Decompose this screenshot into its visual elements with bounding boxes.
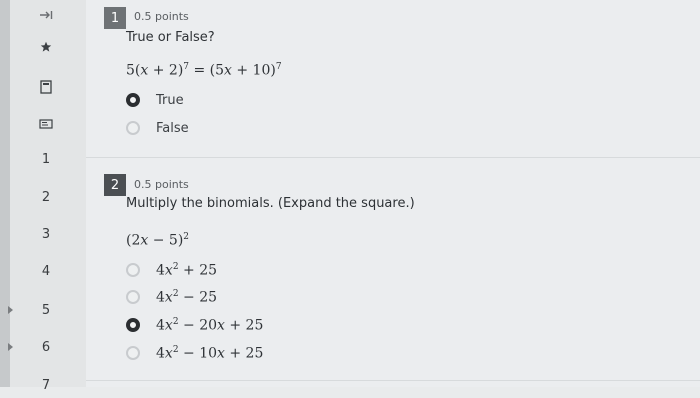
sidebar-item-label: 2	[41, 189, 51, 205]
reference-sheet-icon[interactable]	[28, 111, 64, 137]
question-points: 0.5 points	[134, 10, 189, 23]
question-number-badge: 2	[104, 174, 126, 196]
answer-option-expression: 4x2 − 25	[156, 288, 218, 306]
answer-option-expression: 4x2 − 10x + 25	[156, 344, 264, 362]
answer-option-false[interactable]: False	[126, 117, 189, 139]
sidebar-item-label: 3	[41, 226, 51, 242]
collapse-sidebar-icon[interactable]	[28, 2, 64, 28]
question-points: 0.5 points	[134, 178, 189, 191]
answer-option-a[interactable]: 4x2 + 25	[126, 259, 217, 281]
answer-option-label: True	[156, 92, 184, 108]
sidebar-item-question-5[interactable]: 5	[28, 297, 64, 323]
sidebar-item-label: 7	[41, 377, 51, 393]
question-expression: (2x − 5)2	[126, 232, 190, 249]
sidebar-item-label: 6	[41, 339, 51, 355]
radio-unselected[interactable]	[126, 346, 140, 360]
sidebar-item-question-7[interactable]: 7	[28, 372, 64, 398]
question-number-badge: 1	[104, 7, 126, 29]
answer-option-b[interactable]: 4x2 − 25	[126, 286, 217, 308]
sidebar-item-question-1[interactable]: 1	[28, 146, 64, 172]
question-number: 2	[110, 177, 120, 193]
question-prompt: Multiply the binomials. (Expand the squa…	[126, 196, 415, 211]
radio-unselected[interactable]	[126, 121, 140, 135]
radio-selected[interactable]	[126, 318, 140, 332]
sidebar-item-question-4[interactable]: 4	[28, 258, 64, 284]
answer-option-true[interactable]: True	[126, 89, 184, 111]
answer-option-expression: 4x2 + 25	[156, 261, 218, 279]
question-prompt: True or False?	[126, 30, 215, 45]
sidebar-edge	[0, 0, 10, 387]
question-number: 1	[110, 10, 120, 26]
sidebar-item-label: 1	[41, 151, 51, 167]
answered-marker-icon	[8, 306, 13, 314]
question-divider	[86, 157, 700, 158]
radio-unselected[interactable]	[126, 290, 140, 304]
sidebar-item-label: 4	[41, 263, 51, 279]
answer-option-d[interactable]: 4x2 − 10x + 25	[126, 342, 263, 364]
calculator-icon[interactable]	[28, 74, 64, 100]
sidebar-item-question-3[interactable]: 3	[28, 221, 64, 247]
answer-option-c[interactable]: 4x2 − 20x + 25	[126, 314, 263, 336]
answer-option-label: False	[156, 120, 189, 136]
question-expression: 5(x + 2)7 = (5x + 10)7	[126, 62, 282, 79]
sidebar-item-label: 5	[41, 302, 51, 318]
star-icon[interactable]	[28, 34, 64, 60]
radio-selected[interactable]	[126, 93, 140, 107]
answered-marker-icon	[8, 343, 13, 351]
sidebar-item-question-6[interactable]: 6	[28, 334, 64, 360]
answer-option-expression: 4x2 − 20x + 25	[156, 316, 264, 334]
question-list: 1 0.5 points True or False? 5(x + 2)7 = …	[86, 0, 700, 387]
sidebar-item-question-2[interactable]: 2	[28, 184, 64, 210]
question-divider	[86, 380, 700, 381]
radio-unselected[interactable]	[126, 263, 140, 277]
question-sidebar: 1 2 3 4 5 6 7	[0, 0, 86, 393]
